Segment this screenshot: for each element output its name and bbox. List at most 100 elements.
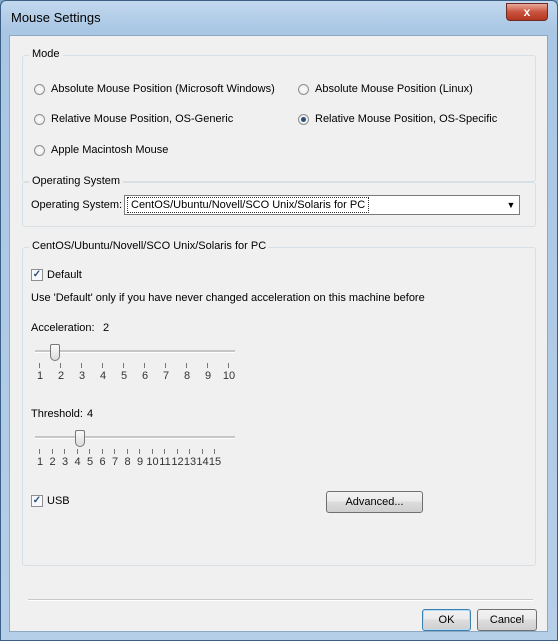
slider-tick [126,449,128,454]
os-label: Operating System: [31,199,123,211]
slider-tick-label: 2 [49,456,56,468]
os-group: Operating System Operating System: CentO… [22,175,536,227]
radio-absolute-windows[interactable]: Absolute Mouse Position (Microsoft Windo… [34,83,275,95]
slider-tick [189,449,190,454]
chevron-down-icon[interactable]: ▼ [503,196,519,214]
close-button[interactable]: x [506,3,548,21]
radio-absolute-linux[interactable]: Absolute Mouse Position (Linux) [298,83,473,95]
radio-relative-specific[interactable]: Relative Mouse Position, OS-Specific [298,113,497,125]
slider-tick [39,449,40,454]
os-settings-group: CentOS/Ubuntu/Novell/SCO Unix/Solaris fo… [22,240,536,566]
slider-tick-label: 9 [204,370,212,382]
slider-tick [139,449,140,454]
window-title: Mouse Settings [11,10,101,25]
slider-tick-label: 5 [86,456,94,468]
slider-tick [165,363,166,368]
slider-tick [76,449,78,454]
threshold-slider[interactable]: 1 2 3 4 5 6 7 8 9 10 11 12 13 14 15 [35,430,235,470]
mouse-settings-window: Mouse Settings x Mode Absolute Mouse Pos… [0,0,558,641]
slider-tick [214,449,215,454]
slider-tick-label: 4 [74,456,81,468]
slider-tick-label: 14 [196,456,209,468]
checkmark-icon[interactable]: ✓ [31,269,43,281]
slider-tick-label: 12 [171,456,184,468]
threshold-value: 4 [87,408,94,420]
slider-tick [186,363,187,368]
radio-indicator[interactable] [298,113,309,125]
acceleration-value: 2 [103,322,110,334]
slider-tick [207,363,208,368]
acceleration-label: Acceleration: [31,322,95,334]
radio-label: Absolute Mouse Position (Linux) [315,83,473,95]
slider-track [35,350,235,353]
slider-tick-label: 7 [162,370,170,382]
slider-tick-label: 1 [36,370,44,382]
usb-checkbox[interactable]: ✓ USB [31,495,70,507]
os-settings-legend: CentOS/Ubuntu/Novell/SCO Unix/Solaris fo… [29,240,270,252]
slider-track [35,436,235,439]
dialog-body: Mode Absolute Mouse Position (Microsoft … [9,35,548,632]
slider-tick-label: 9 [136,456,144,468]
slider-tick-label: 2 [57,370,65,382]
radio-label: Apple Macintosh Mouse [51,144,169,156]
usb-label: USB [47,495,70,507]
slider-tick [114,449,115,454]
slider-tick-label: 8 [124,456,131,468]
slider-tick-label: 10 [222,370,236,382]
threshold-label: Threshold: [31,408,83,420]
slider-tick-label: 7 [111,456,119,468]
radio-apple-mouse[interactable]: Apple Macintosh Mouse [34,144,168,156]
slider-thumb[interactable] [75,430,85,447]
radio-relative-generic[interactable]: Relative Mouse Position, OS-Generic [34,113,233,125]
radio-indicator[interactable] [298,83,309,95]
slider-thumb[interactable] [50,344,60,361]
slider-tick-label: 10 [146,456,159,468]
os-dropdown[interactable]: CentOS/Ubuntu/Novell/SCO Unix/Solaris fo… [124,195,520,215]
checkmark-icon[interactable]: ✓ [31,495,43,507]
radio-indicator[interactable] [34,144,45,156]
acceleration-slider[interactable]: 1 2 3 4 5 6 7 8 9 10 [35,344,235,384]
slider-tick [60,363,61,368]
slider-tick [64,449,65,454]
os-selected-value: CentOS/Ubuntu/Novell/SCO Unix/Solaris fo… [126,197,370,213]
slider-tick [176,449,178,454]
slider-tick-label: 4 [99,370,107,382]
slider-tick [51,449,53,454]
slider-tick [102,363,103,368]
slider-tick-label: 6 [99,456,106,468]
slider-tick [144,363,145,368]
radio-indicator[interactable] [34,113,45,125]
default-checkbox[interactable]: ✓ Default [31,269,82,281]
radio-indicator[interactable] [34,83,45,95]
footer-divider [28,599,533,601]
ok-button[interactable]: OK [422,609,471,631]
advanced-button[interactable]: Advanced... [326,491,423,513]
radio-label: Relative Mouse Position, OS-Specific [315,113,498,125]
slider-tick [89,449,90,454]
default-label: Default [47,269,82,281]
mode-group: Mode Absolute Mouse Position (Microsoft … [22,48,536,182]
slider-tick-label: 11 [159,456,171,468]
radio-label: Relative Mouse Position, OS-Generic [51,113,234,125]
slider-tick-label: 5 [120,370,128,382]
slider-tick [201,449,203,454]
close-icon: x [523,5,531,19]
mode-legend: Mode [29,48,63,60]
slider-tick [151,449,153,454]
slider-tick-label: 3 [78,370,86,382]
slider-tick [39,363,40,368]
slider-tick [164,449,165,454]
title-bar[interactable]: Mouse Settings x [1,1,557,35]
slider-tick-label: 15 [208,456,222,468]
os-legend: Operating System [29,175,124,187]
slider-tick [123,363,124,368]
slider-tick-label: 13 [183,456,197,468]
radio-label: Absolute Mouse Position (Microsoft Windo… [51,83,275,95]
default-hint: Use 'Default' only if you have never cha… [31,292,425,304]
slider-tick [101,449,103,454]
cancel-button[interactable]: Cancel [477,609,537,631]
slider-tick-label: 8 [183,370,191,382]
slider-tick-label: 3 [61,456,69,468]
slider-tick-label: 6 [141,370,149,382]
slider-tick [81,363,82,368]
